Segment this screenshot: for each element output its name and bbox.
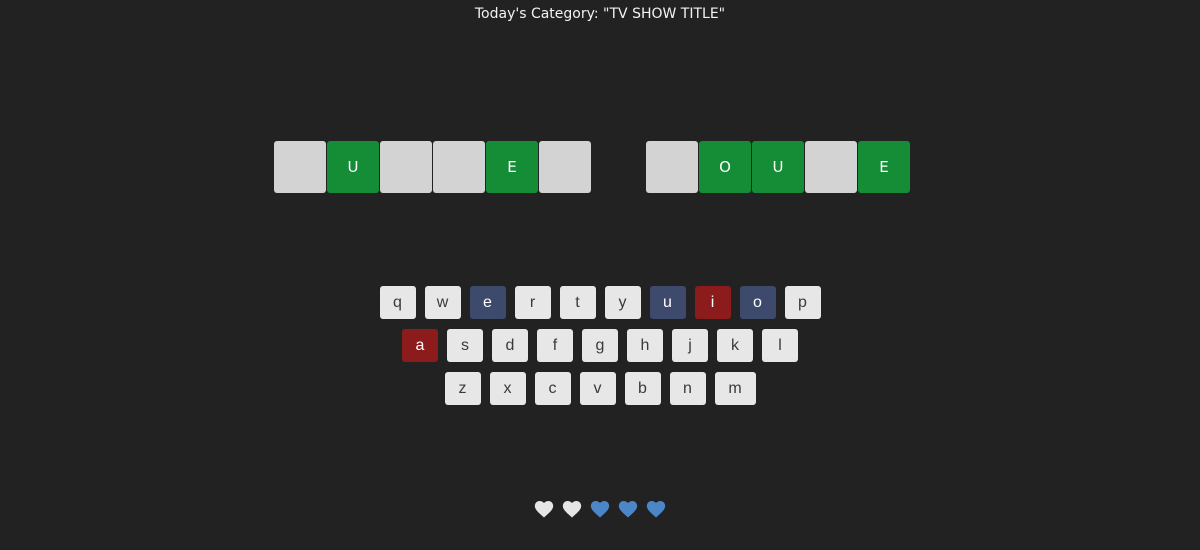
key-n[interactable]: n	[669, 372, 706, 405]
key-f[interactable]: f	[537, 329, 573, 362]
key-k[interactable]: k	[717, 329, 753, 362]
key-b[interactable]: b	[624, 372, 661, 405]
key-x[interactable]: x	[489, 372, 526, 405]
key-t[interactable]: t	[559, 286, 596, 319]
key-v[interactable]: v	[579, 372, 616, 405]
heart-icon	[534, 501, 554, 518]
letter-tile	[380, 141, 432, 193]
key-r[interactable]: r	[514, 286, 551, 319]
letter-tile: O	[699, 141, 751, 193]
letter-tile	[539, 141, 591, 193]
key-o[interactable]: o	[739, 286, 776, 319]
letter-tile: U	[752, 141, 804, 193]
letter-tile	[646, 141, 698, 193]
keyboard-row-3: z x c v b n m	[444, 372, 756, 405]
heart-icon	[562, 501, 582, 518]
letter-tile	[433, 141, 485, 193]
key-a[interactable]: a	[402, 329, 438, 362]
letter-tile	[274, 141, 326, 193]
key-e[interactable]: e	[469, 286, 506, 319]
key-c[interactable]: c	[534, 372, 571, 405]
letter-tile: E	[486, 141, 538, 193]
key-l[interactable]: l	[762, 329, 798, 362]
category-title: Today's Category: "TV SHOW TITLE"	[474, 6, 726, 22]
key-u[interactable]: u	[649, 286, 686, 319]
keyboard-row-1: q w e r t y u i o p	[379, 286, 821, 319]
heart-icon	[646, 501, 666, 518]
key-p[interactable]: p	[784, 286, 821, 319]
on-screen-keyboard: q w e r t y u i o p a s d f g h j k l z …	[0, 286, 1200, 405]
key-q[interactable]: q	[379, 286, 416, 319]
lives-indicator	[0, 498, 1200, 520]
letter-tile: E	[858, 141, 910, 193]
key-w[interactable]: w	[424, 286, 461, 319]
key-d[interactable]: d	[492, 329, 528, 362]
letter-tile	[805, 141, 857, 193]
key-y[interactable]: y	[604, 286, 641, 319]
key-i[interactable]: i	[694, 286, 731, 319]
puzzle-board: U E O U E	[274, 141, 910, 193]
word-1: U E	[274, 141, 591, 193]
letter-tile: U	[327, 141, 379, 193]
key-m[interactable]: m	[714, 372, 756, 405]
keyboard-row-2: a s d f g h j k l	[402, 329, 798, 362]
key-h[interactable]: h	[627, 329, 663, 362]
key-s[interactable]: s	[447, 329, 483, 362]
key-z[interactable]: z	[444, 372, 481, 405]
key-g[interactable]: g	[582, 329, 618, 362]
word-2: O U E	[646, 141, 910, 193]
key-j[interactable]: j	[672, 329, 708, 362]
heart-icon	[590, 501, 610, 518]
heart-icon	[618, 501, 638, 518]
